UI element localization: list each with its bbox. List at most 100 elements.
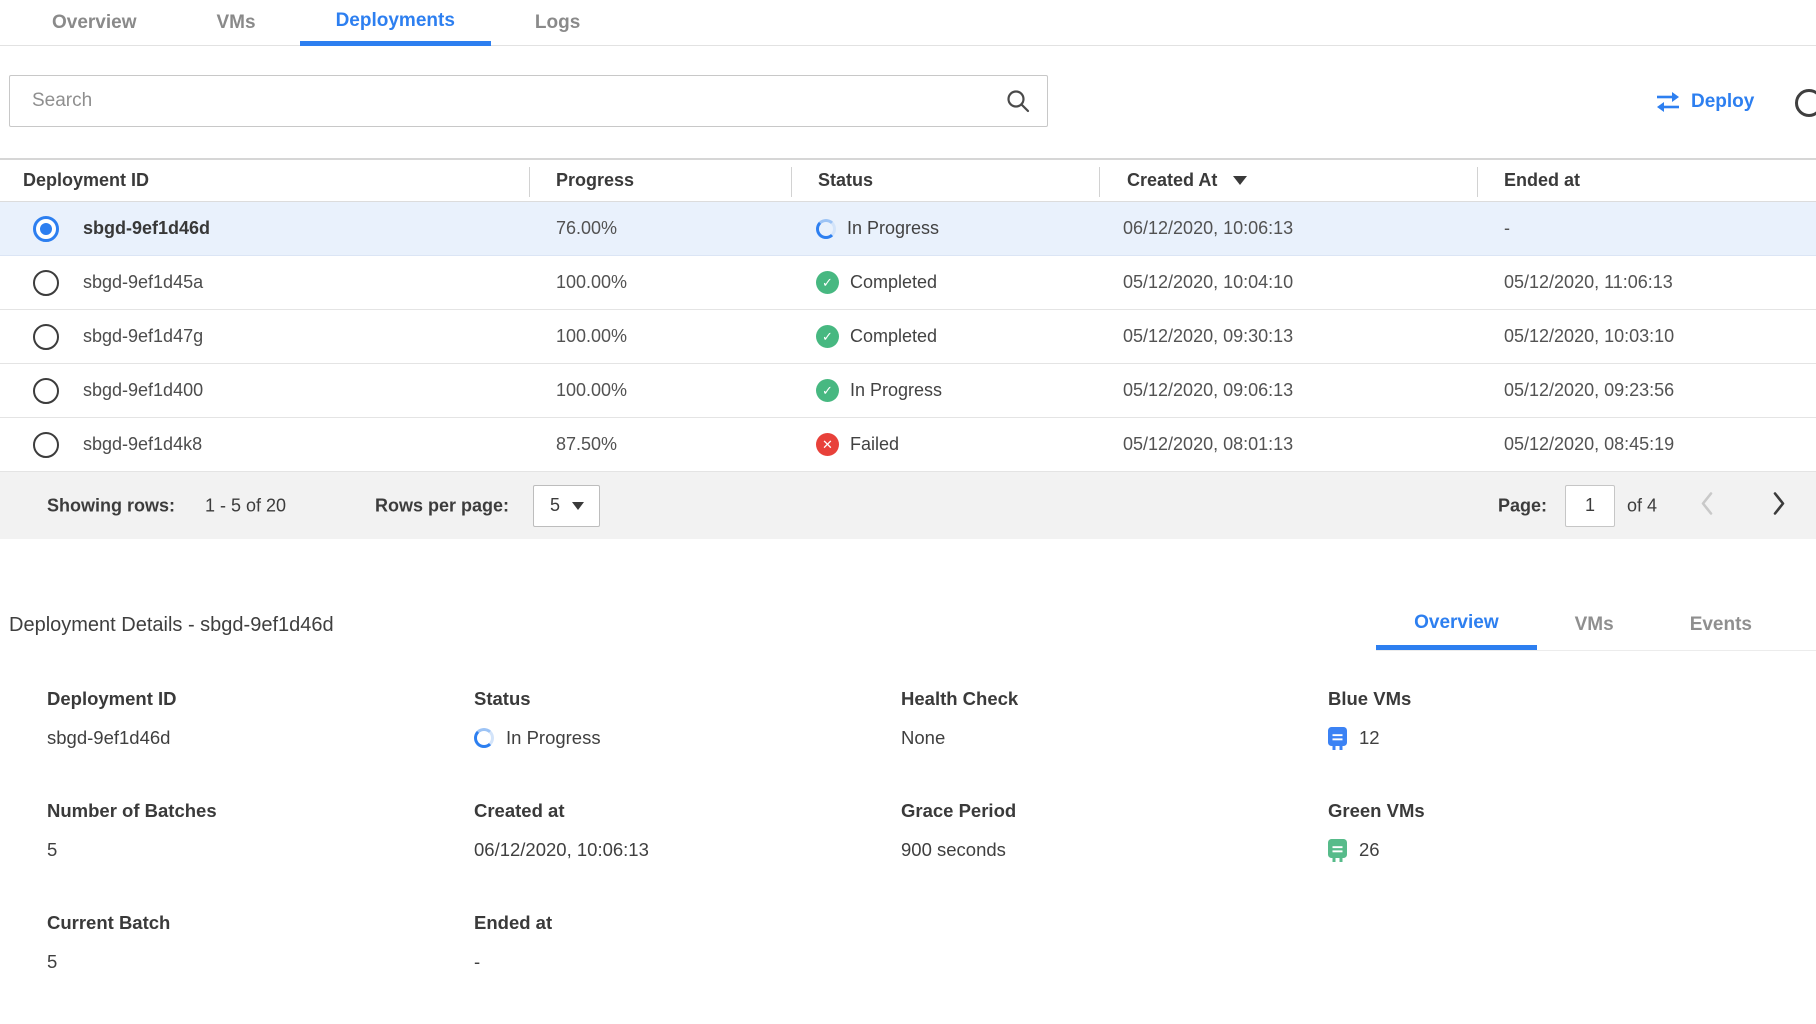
status-completed-icon (816, 271, 839, 294)
status-inprogress-spinner-icon (816, 219, 836, 239)
tab-overview[interactable]: Overview (16, 0, 173, 46)
column-header-progress: Progress (556, 160, 634, 201)
status-inprogress-spinner-icon (474, 728, 494, 748)
field-value: 900 seconds (901, 838, 1328, 862)
radio-unselected[interactable] (33, 432, 59, 458)
details-tab-bar: Overview VMs Events (1376, 600, 1816, 651)
created-at-cell: 06/12/2020, 10:06:13 (1123, 202, 1293, 255)
field-label: Blue VMs (1328, 688, 1755, 710)
page-label: Page: (1498, 495, 1547, 516)
details-grid: Deployment ID sbgd-9ef1d46d Status In Pr… (47, 688, 1755, 1024)
search-input[interactable] (10, 90, 1005, 112)
table-row[interactable]: sbgd-9ef1d46d 76.00% In Progress 06/12/2… (0, 202, 1816, 256)
field-value: 5 (47, 950, 474, 974)
chevron-right-icon (1772, 491, 1786, 515)
header-divider (791, 167, 792, 197)
field-label: Number of Batches (47, 800, 474, 822)
details-title: Deployment Details - sbgd-9ef1d46d (9, 600, 334, 650)
chevron-down-icon (572, 502, 584, 510)
tab-vms[interactable]: VMs (181, 0, 292, 46)
deployments-table: Deployment ID Progress Status Created At… (0, 158, 1816, 539)
field-health-check: Health Check None (901, 688, 1328, 800)
tab-logs[interactable]: Logs (499, 0, 616, 46)
column-header-created-at-label: Created At (1127, 170, 1217, 191)
field-value: 06/12/2020, 10:06:13 (474, 838, 901, 862)
details-tab-events[interactable]: Events (1652, 600, 1790, 650)
field-number-of-batches: Number of Batches 5 (47, 800, 474, 912)
deploy-button[interactable]: Deploy (1655, 84, 1754, 120)
field-green-vms: Green VMs 26 (1328, 800, 1755, 912)
page-input-box (1565, 485, 1615, 527)
top-tab-bar: Overview VMs Deployments Logs (0, 0, 1816, 46)
created-at-cell: 05/12/2020, 09:06:13 (1123, 364, 1293, 417)
details-tab-overview[interactable]: Overview (1376, 600, 1537, 650)
field-value: - (474, 950, 901, 974)
field-status: Status In Progress (474, 688, 901, 800)
progress-cell: 87.50% (556, 418, 617, 471)
sort-desc-icon (1233, 176, 1247, 185)
deployment-id-cell: sbgd-9ef1d400 (83, 364, 203, 417)
rows-per-page-value: 5 (550, 495, 560, 516)
deployment-id-cell: sbgd-9ef1d47g (83, 310, 203, 363)
field-value: sbgd-9ef1d46d (47, 726, 474, 750)
table-row[interactable]: sbgd-9ef1d400 100.00% In Progress 05/12/… (0, 364, 1816, 418)
field-label: Health Check (901, 688, 1328, 710)
field-value: 12 (1359, 727, 1380, 749)
field-value: 5 (47, 838, 474, 862)
showing-rows-label: Showing rows: (47, 495, 175, 516)
header-divider (529, 167, 530, 197)
status-failed-icon (816, 433, 839, 456)
created-at-cell: 05/12/2020, 09:30:13 (1123, 310, 1293, 363)
field-label: Deployment ID (47, 688, 474, 710)
status-cell: Completed (816, 310, 937, 363)
table-row[interactable]: sbgd-9ef1d45a 100.00% Completed 05/12/20… (0, 256, 1816, 310)
created-at-cell: 05/12/2020, 08:01:13 (1123, 418, 1293, 471)
radio-unselected[interactable] (33, 378, 59, 404)
previous-page-button[interactable] (1700, 491, 1714, 520)
rows-per-page-select[interactable]: 5 (533, 485, 600, 527)
tab-deployments[interactable]: Deployments (300, 0, 491, 46)
status-completed-icon (816, 325, 839, 348)
field-deployment-id: Deployment ID sbgd-9ef1d46d (47, 688, 474, 800)
ended-at-cell: 05/12/2020, 09:23:56 (1504, 364, 1674, 417)
deployment-id-cell: sbgd-9ef1d45a (83, 256, 203, 309)
header-divider (1477, 167, 1478, 197)
field-ended-at: Ended at - (474, 912, 901, 1024)
page-number-input[interactable] (1565, 485, 1615, 527)
deployment-id-cell: sbgd-9ef1d4k8 (83, 418, 202, 471)
field-label: Grace Period (901, 800, 1328, 822)
table-row[interactable]: sbgd-9ef1d47g 100.00% Completed 05/12/20… (0, 310, 1816, 364)
field-value: 26 (1359, 839, 1380, 861)
field-label: Green VMs (1328, 800, 1755, 822)
showing-rows-value: 1 - 5 of 20 (205, 495, 286, 516)
table-row[interactable]: sbgd-9ef1d4k8 87.50% Failed 05/12/2020, … (0, 418, 1816, 472)
ended-at-cell: 05/12/2020, 10:03:10 (1504, 310, 1674, 363)
swap-arrows-icon (1655, 91, 1681, 113)
refresh-icon[interactable] (1795, 89, 1816, 117)
table-header: Deployment ID Progress Status Created At… (0, 158, 1816, 202)
column-header-created-at[interactable]: Created At (1127, 160, 1247, 201)
vm-green-icon (1328, 839, 1347, 862)
field-value: In Progress (506, 727, 601, 749)
created-at-cell: 05/12/2020, 10:04:10 (1123, 256, 1293, 309)
field-value: None (901, 726, 1328, 750)
ended-at-cell: 05/12/2020, 11:06:13 (1504, 256, 1673, 309)
field-label: Status (474, 688, 901, 710)
details-tab-vms[interactable]: VMs (1537, 600, 1652, 650)
radio-selected[interactable] (33, 216, 59, 242)
field-label: Current Batch (47, 912, 474, 934)
deploy-button-label: Deploy (1691, 91, 1754, 113)
ended-at-cell: - (1504, 202, 1510, 255)
ended-at-cell: 05/12/2020, 08:45:19 (1504, 418, 1674, 471)
next-page-button[interactable] (1772, 491, 1786, 520)
progress-cell: 100.00% (556, 256, 627, 309)
page-total: of 4 (1627, 495, 1657, 516)
status-label: Failed (850, 434, 899, 455)
field-grace-period: Grace Period 900 seconds (901, 800, 1328, 912)
radio-unselected[interactable] (33, 270, 59, 296)
field-current-batch: Current Batch 5 (47, 912, 474, 1024)
header-divider (1099, 167, 1100, 197)
status-label: Completed (850, 272, 937, 293)
progress-cell: 76.00% (556, 202, 617, 255)
radio-unselected[interactable] (33, 324, 59, 350)
